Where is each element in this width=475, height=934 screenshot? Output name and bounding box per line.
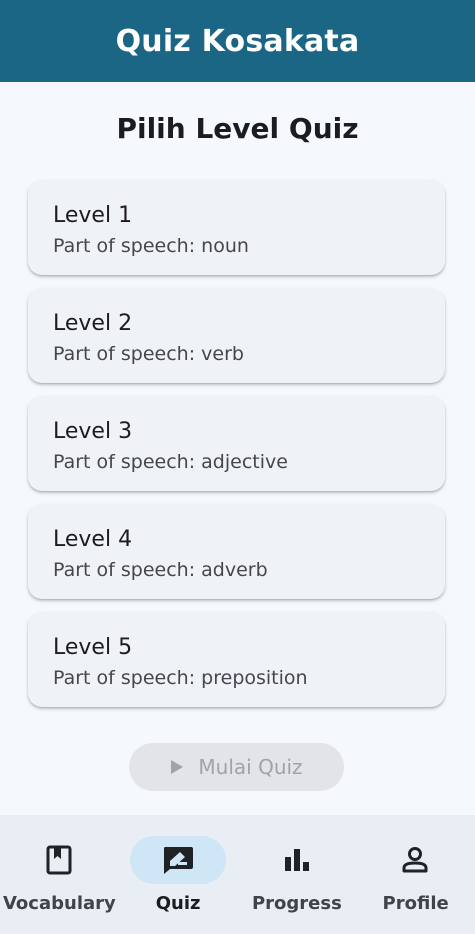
page-title: Pilih Level Quiz xyxy=(116,112,359,145)
person-icon xyxy=(401,846,429,874)
level-part-of-speech: Part of speech: preposition xyxy=(53,667,308,689)
level-part-of-speech: Part of speech: noun xyxy=(53,235,249,257)
play-icon xyxy=(170,759,184,775)
book-icon xyxy=(46,845,72,875)
nav-label: Quiz xyxy=(155,893,201,914)
level-name: Level 1 xyxy=(53,203,133,228)
level-name: Level 2 xyxy=(53,311,133,336)
level-card-3[interactable]: Level 3 Part of speech: adjective xyxy=(28,396,445,491)
quiz-edit-icon xyxy=(162,845,194,875)
bottom-navigation: Vocabulary Quiz Progress Profile xyxy=(0,815,475,934)
nav-label: Vocabulary xyxy=(2,893,116,914)
nav-pill xyxy=(367,836,463,884)
level-part-of-speech: Part of speech: adjective xyxy=(53,451,288,473)
bar-chart-icon xyxy=(283,847,311,873)
app-bar: Quiz Kosakata xyxy=(0,0,475,82)
nav-item-vocabulary[interactable]: Vocabulary xyxy=(0,815,119,934)
level-name: Level 5 xyxy=(53,635,133,660)
nav-item-quiz[interactable]: Quiz xyxy=(119,815,238,934)
level-card-4[interactable]: Level 4 Part of speech: adverb xyxy=(28,504,445,599)
level-name: Level 3 xyxy=(53,419,133,444)
start-quiz-label: Mulai Quiz xyxy=(198,755,303,779)
level-card-1[interactable]: Level 1 Part of speech: noun xyxy=(28,180,445,275)
start-quiz-button[interactable]: Mulai Quiz xyxy=(129,743,344,791)
nav-label: Profile xyxy=(382,893,449,914)
level-list: Level 1 Part of speech: noun Level 2 Par… xyxy=(28,180,445,720)
level-card-2[interactable]: Level 2 Part of speech: verb xyxy=(28,288,445,383)
nav-pill xyxy=(249,836,345,884)
level-part-of-speech: Part of speech: adverb xyxy=(53,559,268,581)
nav-label: Progress xyxy=(251,893,342,914)
level-name: Level 4 xyxy=(53,527,133,552)
nav-item-profile[interactable]: Profile xyxy=(356,815,475,934)
app-title: Quiz Kosakata xyxy=(115,23,360,59)
nav-pill-active xyxy=(129,836,226,884)
nav-pill xyxy=(11,836,107,884)
level-part-of-speech: Part of speech: verb xyxy=(53,343,244,365)
nav-item-progress[interactable]: Progress xyxy=(238,815,357,934)
level-card-5[interactable]: Level 5 Part of speech: preposition xyxy=(28,612,445,707)
